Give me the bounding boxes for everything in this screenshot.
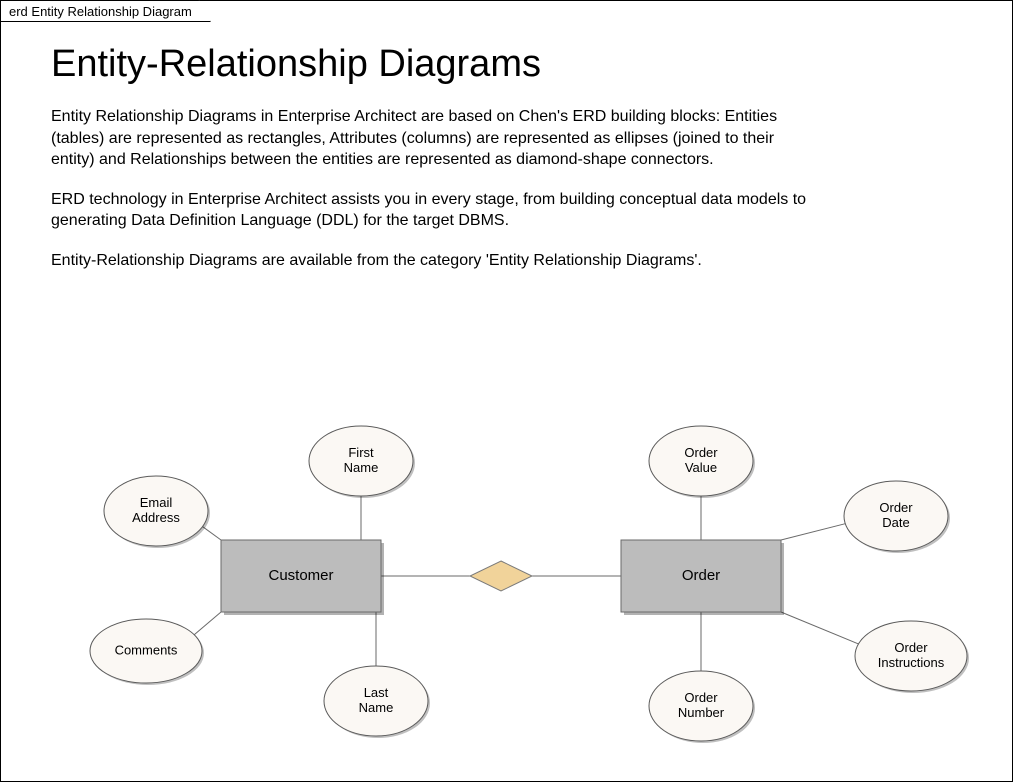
attribute-label-order_value-1: Value <box>685 460 717 475</box>
attribute-label-comments-0: Comments <box>115 642 178 657</box>
attribute-label-first_name-0: First <box>348 445 374 460</box>
attribute-label-order_number-1: Number <box>678 705 725 720</box>
attribute-label-order_instr-1: Instructions <box>878 655 945 670</box>
connector-order_instr <box>781 612 863 646</box>
attribute-label-order_date-1: Date <box>882 515 909 530</box>
connector-comments <box>191 612 221 638</box>
intro-paragraph-1: Entity Relationship Diagrams in Enterpri… <box>51 106 821 171</box>
intro-paragraph-3: Entity-Relationship Diagrams are availab… <box>51 250 821 272</box>
diagram-tab: erd Entity Relationship Diagram <box>0 0 211 22</box>
attribute-label-order_value-0: Order <box>684 445 718 460</box>
content-area: Entity-Relationship Diagrams Entity Rela… <box>51 43 962 290</box>
attribute-label-order_number-0: Order <box>684 690 718 705</box>
connector-order_date <box>781 522 850 540</box>
entity-label-customer: Customer <box>268 567 333 584</box>
attribute-label-order_instr-0: Order <box>894 640 928 655</box>
attribute-label-email-0: Email <box>140 495 173 510</box>
erd-diagram: CustomerOrderFirstNameEmailAddressCommen… <box>1 391 1013 783</box>
attribute-label-order_date-0: Order <box>879 500 913 515</box>
entity-label-order: Order <box>682 567 720 584</box>
relationship-diamond[interactable] <box>470 561 532 591</box>
attribute-label-first_name-1: Name <box>344 460 379 475</box>
attribute-label-last_name-1: Name <box>359 700 394 715</box>
page-title: Entity-Relationship Diagrams <box>51 43 962 86</box>
intro-paragraph-2: ERD technology in Enterprise Architect a… <box>51 189 821 232</box>
attribute-label-email-1: Address <box>132 510 180 525</box>
attribute-label-last_name-0: Last <box>364 685 389 700</box>
diagram-tab-label: erd Entity Relationship Diagram <box>9 4 192 19</box>
diagram-frame: erd Entity Relationship Diagram Entity-R… <box>0 0 1013 782</box>
